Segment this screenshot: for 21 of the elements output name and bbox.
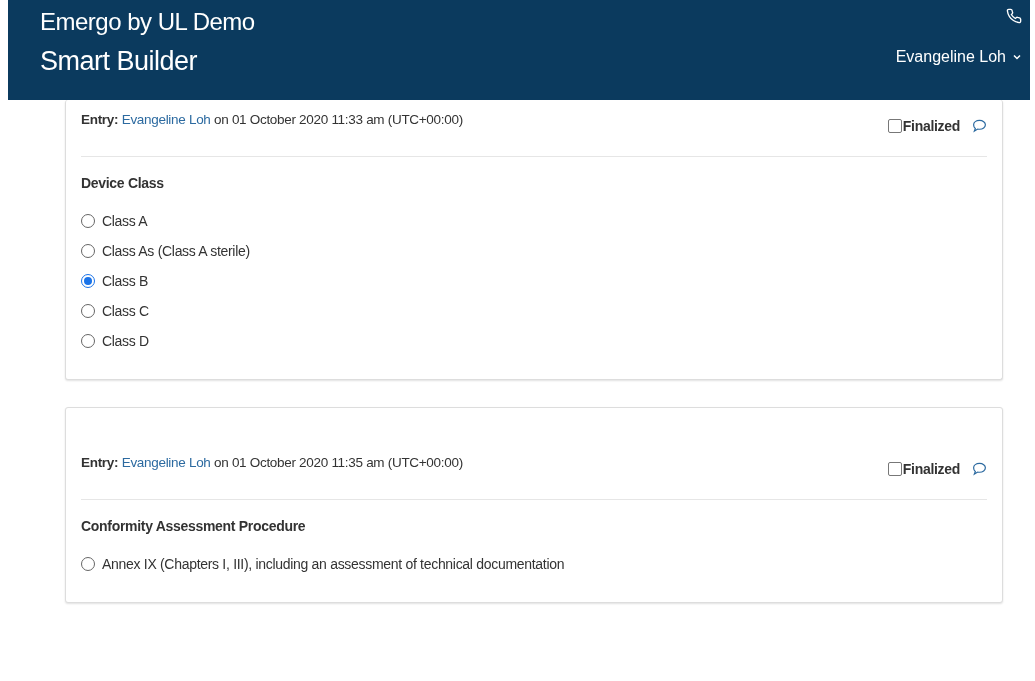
org-title: Emergo by UL Demo xyxy=(40,8,255,36)
radio-option[interactable]: Class B xyxy=(81,273,149,289)
radio-option[interactable]: Class A xyxy=(81,213,148,229)
entry-info: Entry: Evangeline Loh on 01 October 2020 11:33 am (UTC+00:00) xyxy=(81,112,463,127)
author-link[interactable]: Evangeline Loh xyxy=(121,455,211,470)
author-link[interactable]: Evangeline Loh xyxy=(121,112,211,127)
question-title: Conformity Assessment Procedure xyxy=(81,518,307,534)
finalized-checkbox[interactable]: Finalized xyxy=(887,118,960,134)
radio-option[interactable]: Class C xyxy=(81,303,149,319)
comment-icon[interactable] xyxy=(972,119,987,133)
radio-option[interactable]: Class D xyxy=(81,333,149,349)
chevron-down-icon xyxy=(1012,52,1022,62)
app-title: Smart Builder xyxy=(40,46,199,77)
radio-option[interactable]: Class As (Class A sterile) xyxy=(81,243,250,259)
entry-info: Entry: Evangeline Loh on 01 October 2020 11:35 am (UTC+00:00) xyxy=(81,455,463,470)
finalized-checkbox[interactable]: Finalized xyxy=(887,461,960,477)
radio-option[interactable]: Annex IX (Chapters I, III), including an assessment of technical documentation xyxy=(81,556,565,572)
user-menu[interactable]: Evangeline Loh xyxy=(895,48,1022,66)
phone-icon[interactable] xyxy=(1006,8,1022,24)
comment-icon[interactable] xyxy=(972,462,987,476)
question-title: Device Class xyxy=(81,175,165,191)
